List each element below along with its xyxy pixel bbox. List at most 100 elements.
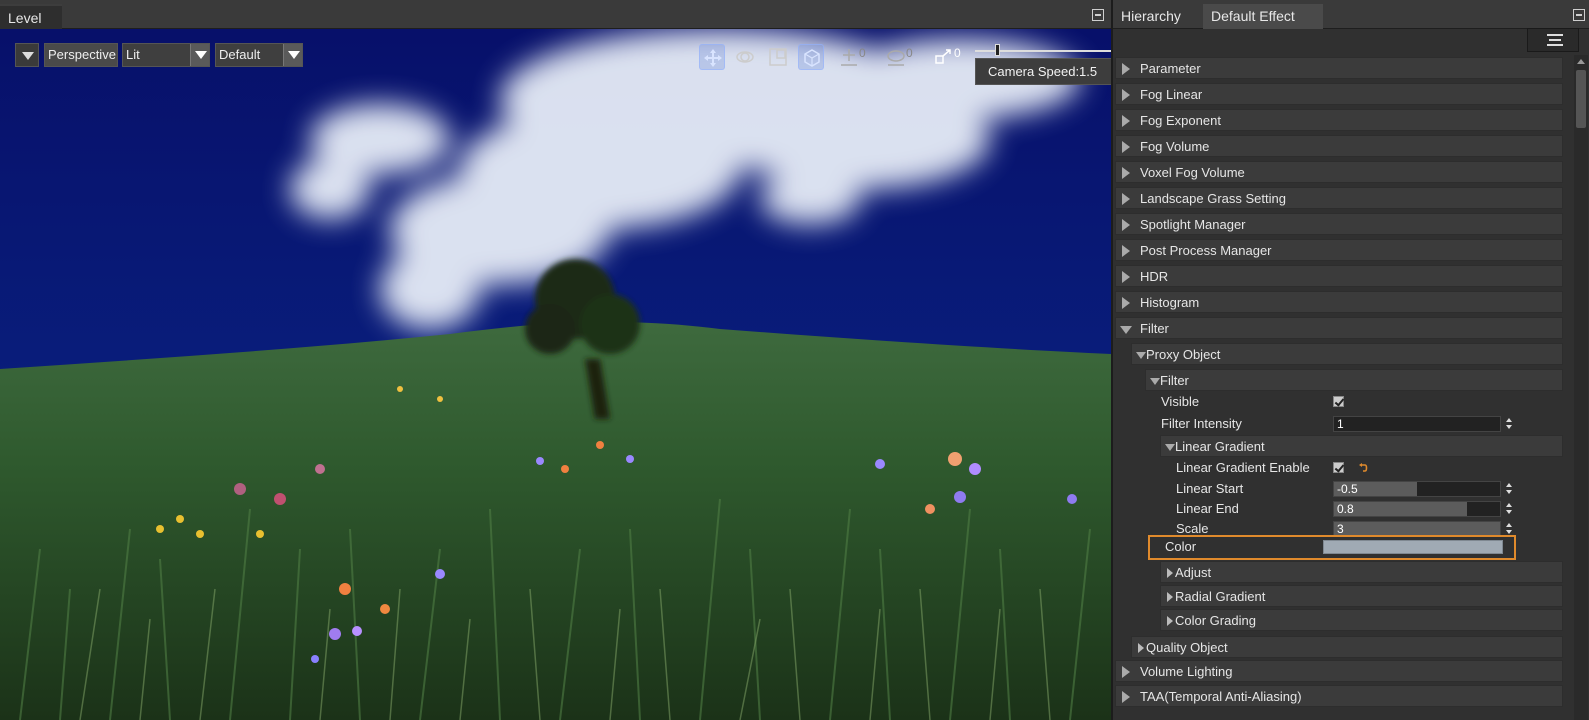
section-filter[interactable]: Filter xyxy=(1115,317,1563,339)
expand-icon[interactable] xyxy=(1167,568,1173,578)
linear-gradient-enable-property: Linear Gradient Enable xyxy=(1176,458,1561,478)
tab-hierarchy[interactable]: Hierarchy xyxy=(1113,4,1201,29)
field-value: 3 xyxy=(1337,522,1344,536)
visible-checkbox[interactable] xyxy=(1333,396,1344,407)
linear-gradient-group[interactable]: Linear Gradient xyxy=(1160,435,1563,457)
expand-icon[interactable] xyxy=(1122,666,1130,678)
move-tool-icon[interactable] xyxy=(699,44,725,70)
expand-icon[interactable] xyxy=(1167,616,1173,626)
expand-icon[interactable] xyxy=(1122,245,1130,257)
rotate-tool-icon[interactable] xyxy=(732,44,758,70)
chevron-down-icon[interactable] xyxy=(190,44,209,66)
collapse-icon[interactable] xyxy=(1150,378,1160,385)
reset-icon[interactable] xyxy=(1358,463,1368,473)
linear-start-property: Linear Start -0.5 xyxy=(1176,479,1561,499)
group-label: Quality Object xyxy=(1146,640,1228,655)
expand-icon[interactable] xyxy=(1122,193,1130,205)
property-label: Linear Gradient Enable xyxy=(1176,460,1310,475)
collapse-icon[interactable] xyxy=(1136,352,1146,359)
radial-gradient-group[interactable]: Radial Gradient xyxy=(1160,585,1563,607)
expand-icon[interactable] xyxy=(1122,115,1130,127)
quality-object-group[interactable]: Quality Object xyxy=(1131,636,1563,658)
linear-end-slider[interactable]: 0.8 xyxy=(1333,501,1501,517)
list-menu-button[interactable] xyxy=(1527,28,1579,52)
perspective-button[interactable]: Perspective xyxy=(44,43,118,67)
section-parameter[interactable]: Parameter xyxy=(1115,57,1563,79)
spin-arrows-icon[interactable] xyxy=(1505,417,1513,431)
level-tabbar: Level xyxy=(0,0,1111,29)
expand-icon[interactable] xyxy=(1122,89,1130,101)
section-label: Fog Exponent xyxy=(1140,113,1221,128)
expand-icon[interactable] xyxy=(1122,141,1130,153)
expand-icon[interactable] xyxy=(1122,297,1130,309)
camera-speed-slider-thumb[interactable] xyxy=(995,44,1000,56)
linear-gradient-enable-checkbox[interactable] xyxy=(1333,462,1344,473)
camera-speed-tooltip: Camera Speed:1.5 xyxy=(975,58,1111,85)
section-label: Filter xyxy=(1140,321,1169,336)
adjust-group[interactable]: Adjust xyxy=(1160,561,1563,583)
expand-icon[interactable] xyxy=(1122,167,1130,179)
field-value: 1 xyxy=(1337,417,1344,431)
section-post-process-manager[interactable]: Post Process Manager xyxy=(1115,239,1563,261)
color-label: Color xyxy=(1165,539,1197,554)
section-label: Spotlight Manager xyxy=(1140,217,1246,232)
filter-group[interactable]: Filter xyxy=(1145,369,1563,391)
menu-icon-line xyxy=(1547,44,1563,46)
group-label: Proxy Object xyxy=(1146,347,1221,362)
expand-icon[interactable] xyxy=(1122,691,1130,703)
pin-icon[interactable] xyxy=(1092,9,1104,21)
proxy-object-group[interactable]: Proxy Object xyxy=(1131,343,1563,365)
scene-viewport[interactable]: Perspective Lit Default 0 0 0 Camera Spe… xyxy=(0,29,1111,720)
tab-default-effect[interactable]: Default Effect xyxy=(1203,4,1323,29)
section-landscape-grass-setting[interactable]: Landscape Grass Setting xyxy=(1115,187,1563,209)
tab-level[interactable]: Level xyxy=(0,4,62,29)
section-label: Volume Lighting xyxy=(1140,664,1233,679)
scale-snap-icon[interactable] xyxy=(930,44,956,70)
section-voxel-fog-volume[interactable]: Voxel Fog Volume xyxy=(1115,161,1563,183)
group-label: Color Grading xyxy=(1175,613,1256,628)
scale-tool-icon[interactable] xyxy=(765,44,791,70)
filter-intensity-input[interactable]: 1 xyxy=(1333,416,1501,432)
color-swatch[interactable] xyxy=(1323,540,1503,554)
chevron-down-icon[interactable] xyxy=(283,44,302,66)
section-volume-lighting[interactable]: Volume Lighting xyxy=(1115,660,1563,682)
effect-panel: Hierarchy Default Effect Parameter Fog L… xyxy=(1111,0,1589,720)
scroll-up-icon[interactable] xyxy=(1577,59,1585,64)
section-fog-volume[interactable]: Fog Volume xyxy=(1115,135,1563,157)
scrollbar-thumb[interactable] xyxy=(1576,70,1586,128)
section-fog-linear[interactable]: Fog Linear xyxy=(1115,83,1563,105)
color-grading-group[interactable]: Color Grading xyxy=(1160,609,1563,631)
preset-select[interactable]: Default xyxy=(215,43,303,67)
spin-arrows-icon[interactable] xyxy=(1505,522,1513,536)
group-label: Linear Gradient xyxy=(1175,439,1265,454)
shading-mode-select[interactable]: Lit xyxy=(122,43,210,67)
filter-intensity-property: Filter Intensity 1 xyxy=(1161,414,1561,434)
collapse-icon[interactable] xyxy=(1165,444,1175,451)
pin-icon[interactable] xyxy=(1573,9,1585,21)
level-panel: Level Perspective Lit Default 0 0 0 Came… xyxy=(0,0,1111,720)
section-hdr[interactable]: HDR xyxy=(1115,265,1563,287)
scrollbar[interactable] xyxy=(1574,55,1588,720)
spin-arrows-icon[interactable] xyxy=(1505,482,1513,496)
section-label: Post Process Manager xyxy=(1140,243,1272,258)
linear-start-slider[interactable]: -0.5 xyxy=(1333,481,1501,497)
shading-mode-value: Lit xyxy=(126,47,140,62)
spin-arrows-icon[interactable] xyxy=(1505,502,1513,516)
rotate-snap-value: 0 xyxy=(906,46,913,60)
property-label: Linear Start xyxy=(1176,481,1244,496)
section-fog-exponent[interactable]: Fog Exponent xyxy=(1115,109,1563,131)
viewport-menu-button[interactable] xyxy=(15,43,39,67)
section-taa[interactable]: TAA(Temporal Anti-Aliasing) xyxy=(1115,685,1563,707)
expand-icon[interactable] xyxy=(1167,592,1173,602)
local-space-icon[interactable] xyxy=(798,44,824,70)
expand-icon[interactable] xyxy=(1138,643,1144,653)
property-list: Parameter Fog Linear Fog Exponent Fog Vo… xyxy=(1113,55,1573,720)
expand-icon[interactable] xyxy=(1122,63,1130,75)
section-histogram[interactable]: Histogram xyxy=(1115,291,1563,313)
translate-snap-value: 0 xyxy=(859,46,866,60)
section-label: Histogram xyxy=(1140,295,1200,310)
expand-icon[interactable] xyxy=(1122,219,1130,231)
expand-icon[interactable] xyxy=(1122,271,1130,283)
section-spotlight-manager[interactable]: Spotlight Manager xyxy=(1115,213,1563,235)
collapse-icon[interactable] xyxy=(1120,326,1132,334)
